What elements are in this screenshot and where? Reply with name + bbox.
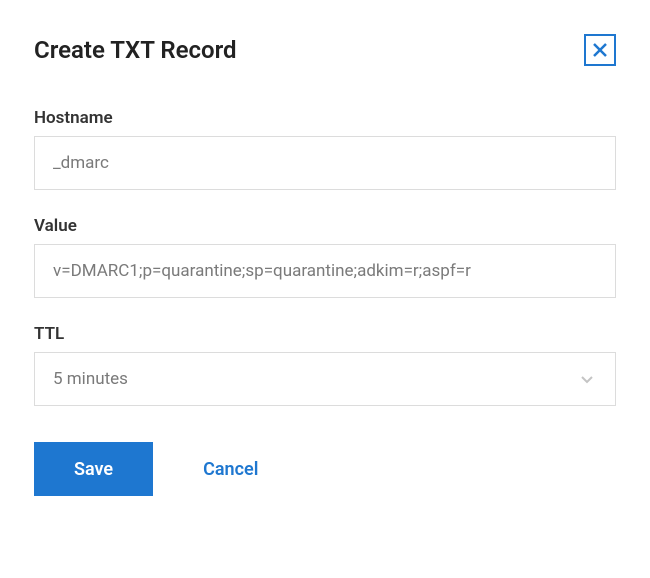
ttl-field: TTL 5 minutes — [34, 324, 616, 406]
value-input[interactable] — [34, 244, 616, 298]
dialog-title: Create TXT Record — [34, 36, 237, 64]
close-button[interactable] — [584, 34, 616, 66]
ttl-selected-value: 5 minutes — [53, 369, 128, 389]
ttl-select[interactable]: 5 minutes — [34, 352, 616, 406]
dialog-header: Create TXT Record — [34, 34, 616, 66]
hostname-label: Hostname — [34, 108, 616, 128]
hostname-input[interactable] — [34, 136, 616, 190]
value-field: Value — [34, 216, 616, 298]
hostname-field: Hostname — [34, 108, 616, 190]
cancel-button[interactable]: Cancel — [203, 459, 258, 480]
close-icon — [592, 42, 608, 58]
ttl-label: TTL — [34, 324, 616, 344]
value-label: Value — [34, 216, 616, 236]
ttl-select-wrapper: 5 minutes — [34, 352, 616, 406]
button-row: Save Cancel — [34, 442, 616, 496]
chevron-down-icon — [577, 369, 597, 389]
save-button[interactable]: Save — [34, 442, 153, 496]
